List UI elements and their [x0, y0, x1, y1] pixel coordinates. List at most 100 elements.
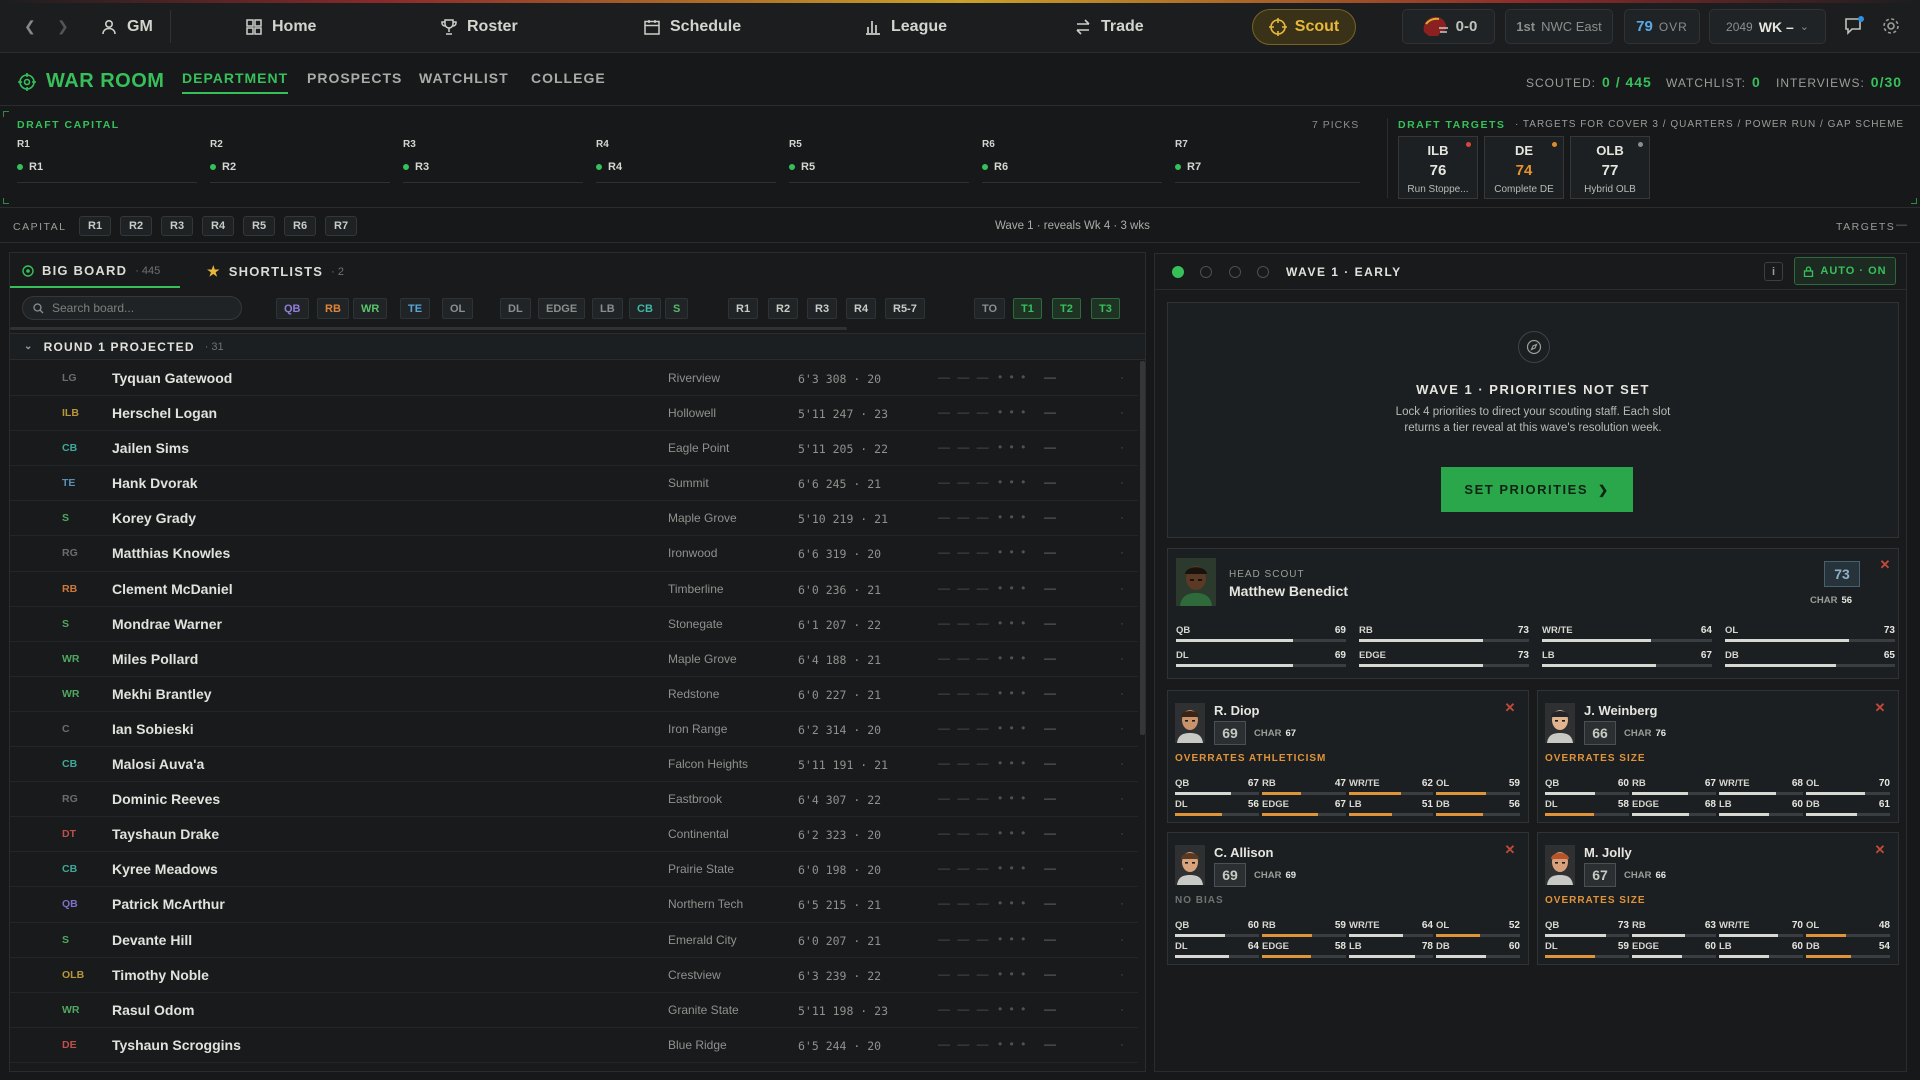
- settings-gear-icon[interactable]: [1882, 17, 1900, 35]
- prospect-row[interactable]: CB Malosi Auva'a Falcon Heights 5'11 191 · …: [10, 747, 1138, 783]
- nav-trade[interactable]: Trade: [1074, 0, 1144, 53]
- forward-arrow-icon[interactable]: ❯: [57, 18, 69, 35]
- filter-chip-t3[interactable]: T3: [1091, 298, 1120, 319]
- prospect-row[interactable]: WR Miles Pollard Maple Grove 6'4 188 · 21 — …: [10, 642, 1138, 677]
- team-ovr-badge[interactable]: 79 OVR: [1624, 9, 1700, 44]
- filter-chip-ol[interactable]: OL: [442, 298, 474, 319]
- tab-department[interactable]: DEPARTMENT: [182, 70, 289, 94]
- prospect-row[interactable]: TE Hank Dvorak Summit 6'6 245 · 21 — — — • • …: [10, 466, 1138, 502]
- filter-chip-r4[interactable]: R4: [846, 298, 877, 319]
- capital-round-chip[interactable]: R7: [325, 216, 358, 236]
- head-scout-card[interactable]: HEAD SCOUT Matthew Benedict 73 CHAR 56 ✕ …: [1167, 548, 1899, 679]
- wave-step-4[interactable]: [1257, 266, 1269, 278]
- prospect-row[interactable]: WR Rasul Odom Granite State 5'11 198 · 23 — …: [10, 993, 1138, 1028]
- filter-chip-dl[interactable]: DL: [500, 298, 531, 319]
- filter-chip-lb[interactable]: LB: [592, 298, 623, 319]
- capital-round-chip[interactable]: R5: [243, 216, 276, 236]
- nav-schedule[interactable]: Schedule: [643, 0, 741, 53]
- scout-card[interactable]: J. Weinberg 66 CHAR 76 ✕ OVERRATES SIZE QB 60 RB…: [1537, 690, 1899, 823]
- tab-prospects[interactable]: PROSPECTS: [307, 70, 402, 86]
- back-arrow-icon[interactable]: ❮: [24, 18, 36, 35]
- filter-chip-te[interactable]: TE: [400, 298, 431, 319]
- filter-chip-cb[interactable]: CB: [629, 298, 661, 319]
- capital-round-chip[interactable]: R3: [161, 216, 194, 236]
- filter-chip-t1[interactable]: T1: [1013, 298, 1042, 319]
- pick-chip[interactable]: R1: [17, 161, 43, 173]
- tab-college[interactable]: COLLEGE: [531, 70, 606, 86]
- messages-icon[interactable]: [1843, 15, 1865, 37]
- filter-chip-to[interactable]: TO: [974, 298, 1006, 319]
- prospect-row[interactable]: RG Dominic Reeves Eastbrook 6'4 307 · 22 — —…: [10, 782, 1138, 818]
- team-record-badge[interactable]: 0-0: [1402, 9, 1495, 44]
- wave-step-1-active[interactable]: [1172, 266, 1184, 278]
- tab-shortlists[interactable]: ★ SHORTLISTS · 2: [207, 263, 344, 280]
- prospect-row[interactable]: ILB Herschel Logan Hollowell 5'11 247 · 23 —…: [10, 396, 1138, 432]
- prospect-row[interactable]: C Ian Sobieski Iron Range 6'2 314 · 20 — — —…: [10, 712, 1138, 748]
- pick-chip[interactable]: R7: [1175, 161, 1201, 173]
- nav-home[interactable]: Home: [245, 0, 316, 53]
- capital-round-chip[interactable]: R6: [284, 216, 317, 236]
- filter-chip-qb[interactable]: QB: [276, 298, 309, 319]
- prospect-row[interactable]: LG Tyquan Gatewood Riverview 6'3 308 · 20 — …: [10, 361, 1138, 397]
- prospect-row[interactable]: OLB Timothy Noble Crestview 6'3 239 · 22 — —…: [10, 958, 1138, 993]
- prospect-row[interactable]: S Mondrae Warner Stonegate 6'1 207 · 22 — — …: [10, 607, 1138, 642]
- prospect-row[interactable]: CB Jailen Sims Eagle Point 5'11 205 · 22 — —…: [10, 431, 1138, 467]
- nav-gm[interactable]: GM: [100, 0, 153, 53]
- filter-chip-r5-7[interactable]: R5-7: [885, 298, 925, 319]
- prospect-row[interactable]: RG Matthias Knowles Ironwood 6'6 319 · 20 — …: [10, 536, 1138, 572]
- division-standing[interactable]: 1st NWC East: [1505, 9, 1613, 44]
- pick-chip[interactable]: R2: [210, 161, 236, 173]
- tab-big-board[interactable]: BIG BOARD · 445: [22, 263, 160, 278]
- remove-head-scout-button[interactable]: ✕: [1876, 556, 1894, 574]
- remove-scout-button[interactable]: ✕: [1501, 841, 1519, 859]
- filter-chip-r3[interactable]: R3: [807, 298, 838, 319]
- horizontal-scrollbar[interactable]: [10, 327, 847, 330]
- filter-chip-rb[interactable]: RB: [317, 298, 349, 319]
- pick-chip[interactable]: R6: [982, 161, 1008, 173]
- nav-league[interactable]: League: [864, 0, 947, 53]
- filter-chip-r2[interactable]: R2: [768, 298, 799, 319]
- capital-round-chip[interactable]: R1: [79, 216, 112, 236]
- filter-chip-t2[interactable]: T2: [1052, 298, 1081, 319]
- season-week-select[interactable]: 2049 WK – ⌄: [1709, 9, 1826, 44]
- draft-target-card[interactable]: DE 74 Complete DE: [1484, 136, 1564, 199]
- wave-step-2[interactable]: [1200, 266, 1212, 278]
- remove-scout-button[interactable]: ✕: [1871, 699, 1889, 717]
- scout-card[interactable]: R. Diop 69 CHAR 67 ✕ OVERRATES ATHLETICISM QB 6…: [1167, 690, 1529, 823]
- filter-chip-edge[interactable]: EDGE: [538, 298, 586, 319]
- group-header-round-1[interactable]: ⌄ ROUND 1 PROJECTED · 31: [10, 333, 1145, 360]
- board-search-input[interactable]: Search board...: [22, 296, 242, 320]
- pick-chip[interactable]: R3: [403, 161, 429, 173]
- tier-placeholder: • • •: [998, 931, 1028, 946]
- remove-scout-button[interactable]: ✕: [1871, 841, 1889, 859]
- filter-chip-wr[interactable]: WR: [353, 298, 388, 319]
- pick-chip[interactable]: R4: [596, 161, 622, 173]
- scout-card[interactable]: M. Jolly 67 CHAR 66 ✕ OVERRATES SIZE QB 73 RB 63 W…: [1537, 832, 1899, 965]
- filter-chip-s[interactable]: S: [665, 298, 689, 319]
- set-priorities-button[interactable]: SET PRIORITIES ❯: [1441, 467, 1633, 512]
- wave-step-3[interactable]: [1229, 266, 1241, 278]
- prospect-row[interactable]: DT Tayshaun Drake Continental 6'2 323 · 20 —…: [10, 817, 1138, 853]
- nav-scout-active[interactable]: Scout: [1252, 9, 1356, 45]
- draft-target-card[interactable]: ILB 76 Run Stoppe...: [1398, 136, 1478, 199]
- vertical-scrollbar[interactable]: [1140, 361, 1145, 735]
- prospect-row[interactable]: DE Tyshaun Scroggins Blue Ridge 6'5 244 · 2…: [10, 1028, 1138, 1063]
- filter-chip-r1[interactable]: R1: [728, 298, 759, 319]
- prospect-row[interactable]: S Devante Hill Emerald City 6'0 207 · 21 — —…: [10, 923, 1138, 958]
- capital-round-chip[interactable]: R4: [202, 216, 235, 236]
- prospect-row[interactable]: RB Clement McDaniel Timberline 6'0 236 · 21…: [10, 572, 1138, 607]
- rating-fill: [1545, 813, 1594, 816]
- draft-target-card[interactable]: OLB 77 Hybrid OLB: [1570, 136, 1650, 199]
- scout-card[interactable]: C. Allison 69 CHAR 69 ✕ NO BIAS QB 60 RB 59 WR/TE 6…: [1167, 832, 1529, 965]
- prospect-row[interactable]: S Korey Grady Maple Grove 5'10 219 · 21 — — …: [10, 501, 1138, 537]
- remove-scout-button[interactable]: ✕: [1501, 699, 1519, 717]
- info-icon[interactable]: i: [1764, 262, 1783, 281]
- prospect-row[interactable]: QB Patrick McArthur Northern Tech 6'5 215 ·…: [10, 887, 1138, 923]
- capital-round-chip[interactable]: R2: [120, 216, 153, 236]
- tab-watchlist[interactable]: WATCHLIST: [419, 70, 509, 86]
- prospect-row[interactable]: CB Kyree Meadows Prairie State 6'0 198 · 20…: [10, 852, 1138, 888]
- nav-roster[interactable]: Roster: [440, 0, 518, 53]
- prospect-row[interactable]: WR Mekhi Brantley Redstone 6'0 227 · 21 — — …: [10, 677, 1138, 712]
- pick-chip[interactable]: R5: [789, 161, 815, 173]
- auto-scout-toggle[interactable]: AUTO · ON: [1794, 257, 1896, 285]
